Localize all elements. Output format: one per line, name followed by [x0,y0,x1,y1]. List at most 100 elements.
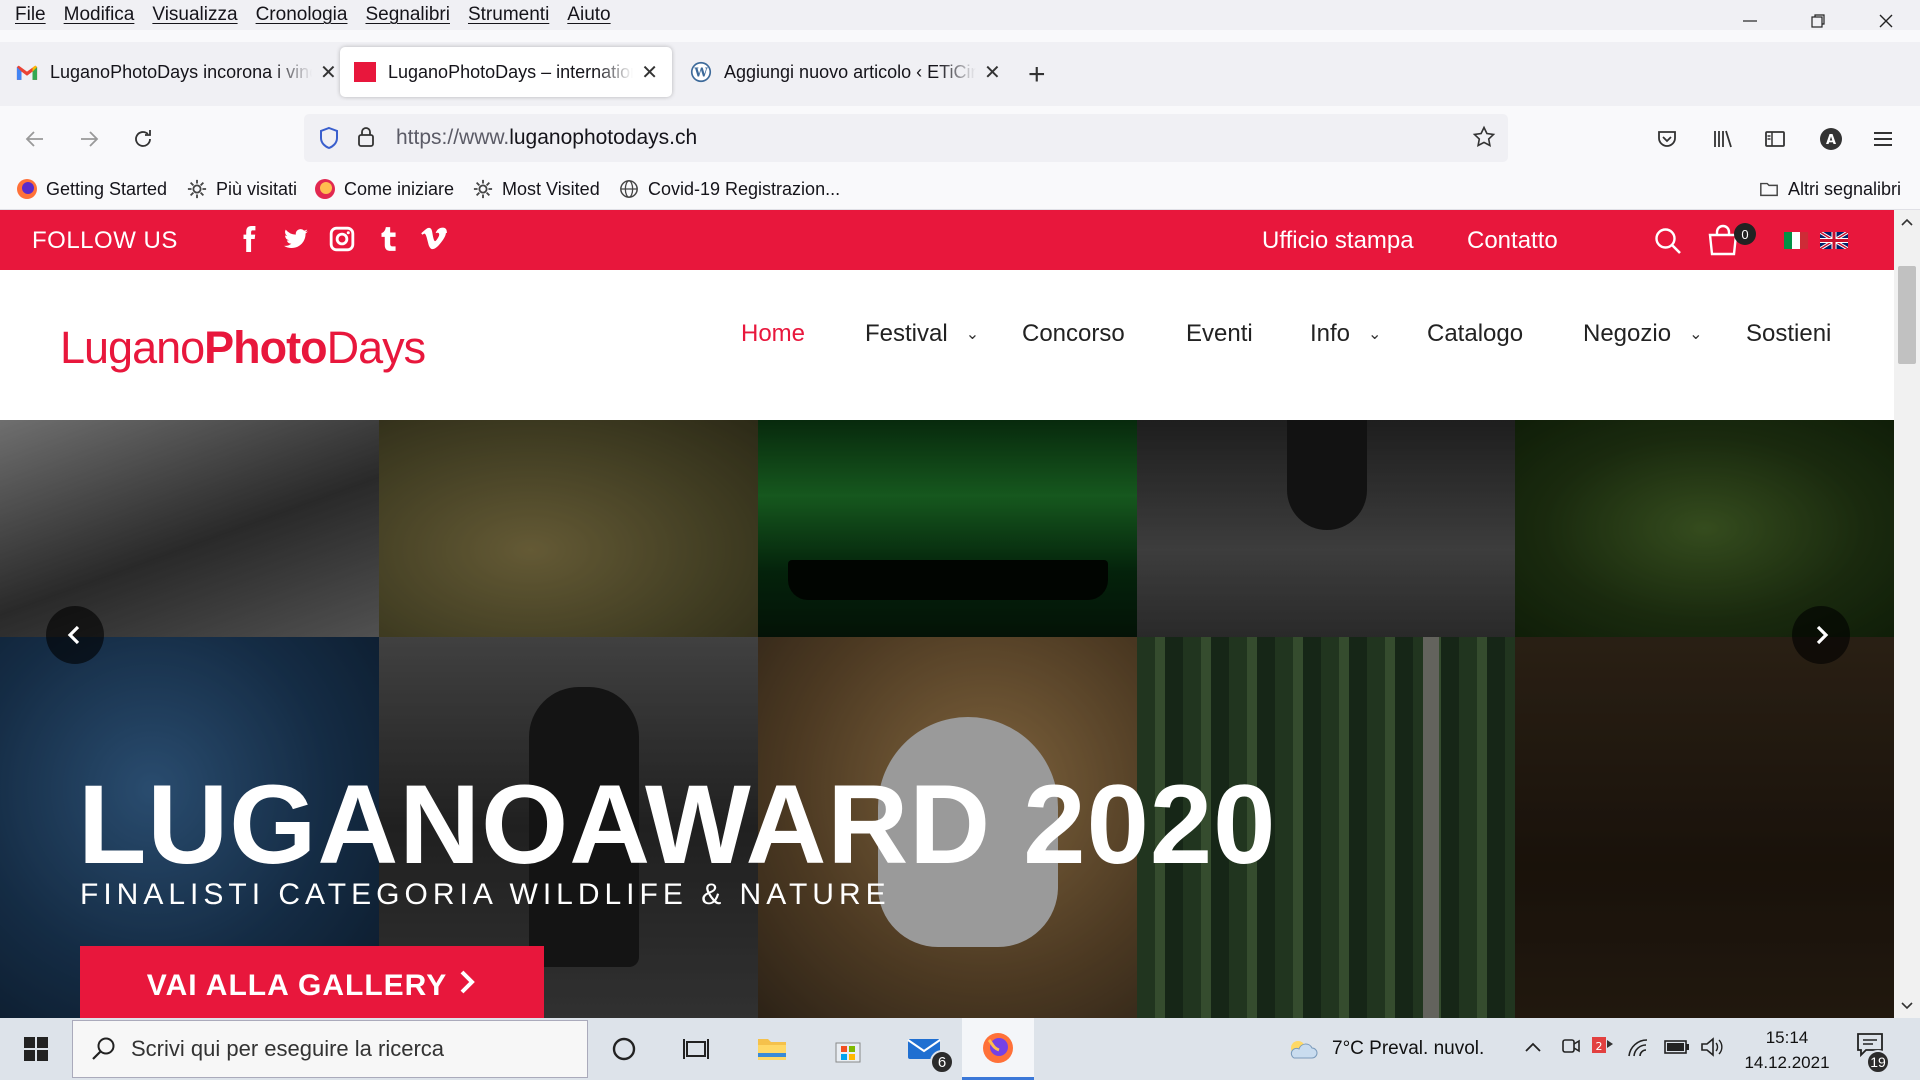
flag-uk-icon[interactable] [1819,230,1849,254]
menu-modifica[interactable]: Modifica [55,4,144,26]
bookmark-star-icon[interactable] [1472,125,1496,154]
scroll-down-icon[interactable] [1894,994,1920,1018]
taskbar-clock[interactable]: 15:14 14.12.2021 [1742,1025,1832,1075]
site-logo[interactable]: LuganoPhotoDays [60,322,426,374]
ufficio-stampa-link[interactable]: Ufficio stampa [1262,227,1414,255]
menu-aiuto[interactable]: Aiuto [558,4,619,26]
tab-title: LuganoPhotoDays – international photogra… [388,61,633,82]
firefox-taskbar-icon[interactable] [962,1018,1034,1080]
gear-icon [472,178,494,200]
battery-icon[interactable] [1664,1040,1690,1059]
menu-segnalibri[interactable]: Segnalibri [356,4,459,26]
volume-icon[interactable] [1700,1036,1724,1063]
lock-icon[interactable] [356,125,376,154]
vimeo-icon[interactable] [420,224,448,254]
nav-sostieni[interactable]: Sostieni [1746,320,1831,348]
task-view-icon[interactable] [660,1018,732,1080]
scrollbar-thumb[interactable] [1898,266,1916,364]
windows-taskbar: Scrivi qui per eseguire la ricerca 6 7°C… [0,1018,1920,1080]
show-hidden-icons-chevron[interactable] [1524,1040,1542,1058]
slider-next-button[interactable] [1792,606,1850,664]
reload-button[interactable] [126,122,160,156]
new-tab-button[interactable]: + [1028,58,1046,92]
url-bar[interactable]: https://www.luganophotodays.ch [304,114,1508,162]
menu-file[interactable]: File [6,4,55,26]
cortana-icon[interactable] [588,1018,660,1080]
bookmarks-toolbar: Getting Started Più visitati Come inizia… [0,172,1920,210]
meet-now-icon[interactable] [1560,1036,1582,1063]
sidebar-icon[interactable] [1758,122,1792,156]
folder-icon [1758,178,1780,200]
contatto-link[interactable]: Contatto [1467,227,1558,255]
tab-title: Aggiungi nuovo articolo ‹ ETiCinforma [724,61,976,82]
menu-strumenti[interactable]: Strumenti [459,4,558,26]
file-explorer-icon[interactable] [736,1018,808,1080]
cloudy-weather-icon[interactable] [1286,1038,1318,1065]
close-tab-icon[interactable]: ✕ [641,60,658,85]
nav-negozio[interactable]: Negozio ⌄ [1583,320,1702,348]
taskbar-search-box[interactable]: Scrivi qui per eseguire la ricerca [72,1020,588,1078]
bookmark-getting-started[interactable]: Getting Started [16,178,167,200]
tab-wordpress[interactable]: W Aggiungi nuovo articolo ‹ ETiCinforma … [676,47,1015,97]
bookmark-piu-visitati[interactable]: Più visitati [186,178,297,200]
nav-eventi[interactable]: Eventi [1186,320,1253,348]
tab-luganophotodays[interactable]: LuganoPhotoDays – international photogra… [340,47,672,97]
page-scrollbar[interactable] [1894,210,1920,1018]
restore-button[interactable] [1784,0,1852,42]
chevron-down-icon: ⌄ [965,326,980,343]
action-center-icon[interactable]: 19 [1856,1032,1890,1074]
web-page: FOLLOW US Ufficio stampa Contatto 0 Luga… [0,210,1894,1018]
svg-text:2: 2 [1596,1040,1603,1053]
tab-gmail[interactable]: LuganoPhotoDays incorona i vincitori ✕ [2,47,351,97]
gallery-cta-button[interactable]: VAI ALLA GALLERY [80,946,544,1018]
firefox-icon [16,178,38,200]
bookmark-altri-segnalibri[interactable]: Altri segnalibri [1758,178,1901,200]
mail-badge: 6 [930,1050,954,1074]
back-button[interactable] [18,122,52,156]
tumblr-icon[interactable] [374,224,402,254]
network-icon[interactable] [1626,1036,1650,1063]
hero-title: LUGANOAWARD 2020 [78,762,1277,887]
close-window-button[interactable] [1852,0,1920,42]
microsoft-store-icon[interactable] [812,1018,884,1080]
flag-italy-icon[interactable] [1784,232,1808,254]
search-icon[interactable] [1654,227,1682,260]
notification-app-icon[interactable]: 2 [1590,1034,1616,1065]
tab-strip: LuganoPhotoDays incorona i vincitori ✕ L… [0,42,1920,106]
bookmark-come-iniziare[interactable]: Come iniziare [314,178,454,200]
close-tab-icon[interactable]: ✕ [320,60,337,85]
bookmark-most-visited[interactable]: Most Visited [472,178,600,200]
close-tab-icon[interactable]: ✕ [984,60,1001,85]
account-icon[interactable]: A [1814,122,1848,156]
windows-start-button[interactable] [0,1018,72,1080]
gmail-icon [16,61,38,83]
nav-info[interactable]: Info ⌄ [1310,320,1381,348]
taskbar-search-placeholder: Scrivi qui per eseguire la ricerca [131,1036,445,1061]
mail-icon[interactable]: 6 [888,1018,960,1080]
menu-visualizza[interactable]: Visualizza [143,4,246,26]
clock-time: 15:14 [1765,1028,1809,1047]
facebook-icon[interactable] [236,224,264,254]
slider-prev-button[interactable] [46,606,104,664]
nav-festival[interactable]: Festival ⌄ [865,320,979,348]
library-icon[interactable] [1706,122,1740,156]
scroll-up-icon[interactable] [1894,210,1920,234]
menu-cronologia[interactable]: Cronologia [247,4,357,26]
hero-slider: LUGANOAWARD 2020 FINALISTI CATEGORIA WIL… [0,420,1894,1018]
app-menu-icon[interactable] [1866,122,1900,156]
site-top-bar: FOLLOW US Ufficio stampa Contatto 0 [0,210,1894,270]
tracking-shield-icon[interactable] [318,126,340,155]
weather-text[interactable]: 7°C Preval. nuvol. [1332,1038,1484,1060]
minimize-button[interactable] [1716,0,1784,42]
instagram-icon[interactable] [328,224,356,254]
social-links [236,224,448,254]
nav-catalogo[interactable]: Catalogo [1427,320,1523,348]
pocket-icon[interactable] [1650,122,1684,156]
wordpress-icon: W [690,61,712,83]
forward-button[interactable] [72,122,106,156]
bookmark-covid-registrazione[interactable]: Covid-19 Registrazion... [618,178,840,200]
svg-text:W: W [693,66,708,80]
nav-home[interactable]: Home [741,320,805,348]
twitter-icon[interactable] [282,224,310,254]
nav-concorso[interactable]: Concorso [1022,320,1125,348]
